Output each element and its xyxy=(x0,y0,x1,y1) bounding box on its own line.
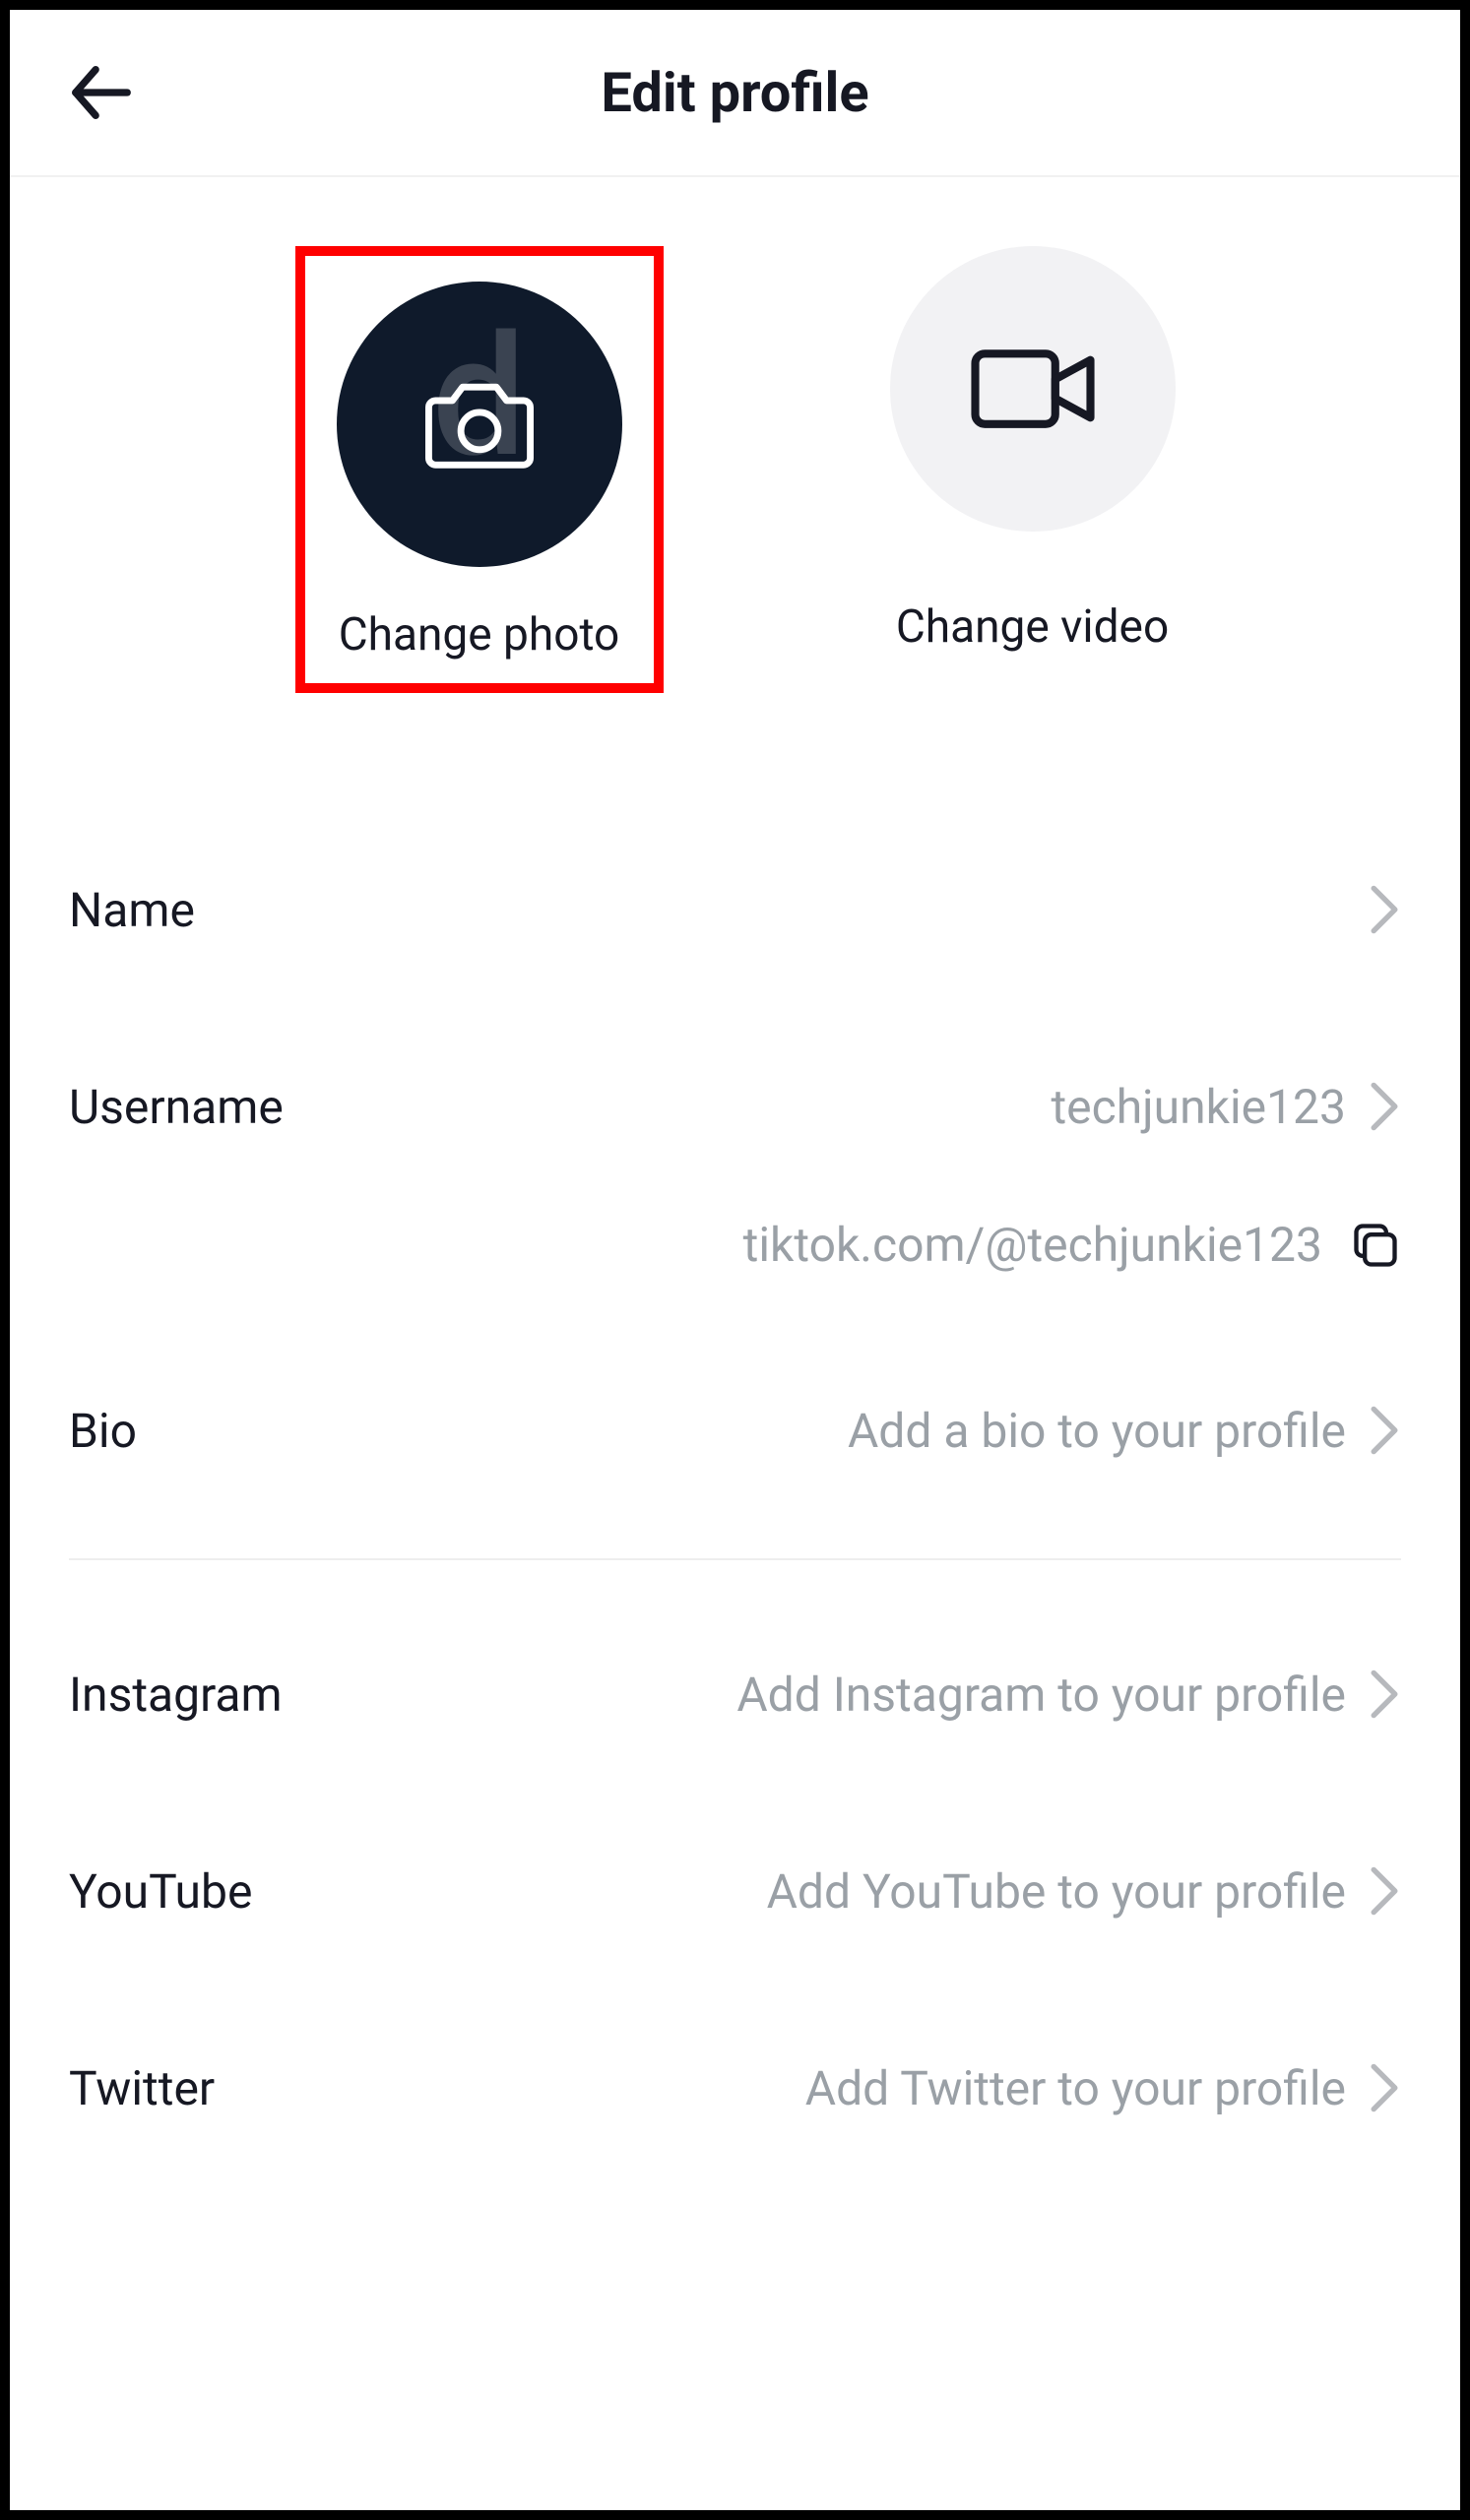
instagram-placeholder: Add Instagram to your profile xyxy=(736,1667,1346,1723)
username-row[interactable]: Username techjunkie123 xyxy=(69,1008,1401,1205)
back-button[interactable] xyxy=(57,48,146,137)
profile-url-row: tiktok.com/@techjunkie123 xyxy=(10,1205,1460,1332)
twitter-placeholder: Add Twitter to your profile xyxy=(805,2060,1346,2116)
header: Edit profile xyxy=(10,10,1460,177)
change-photo-highlight: d Change photo xyxy=(295,246,664,693)
change-video-item: Change video xyxy=(890,246,1176,693)
camera-icon xyxy=(425,375,534,473)
chevron-right-icon xyxy=(1368,883,1401,936)
name-row[interactable]: Name xyxy=(69,811,1401,1008)
video-icon xyxy=(969,340,1097,438)
change-video-button[interactable] xyxy=(890,246,1176,532)
change-photo-item: d Change photo xyxy=(337,282,622,662)
chevron-right-icon xyxy=(1368,1864,1401,1918)
twitter-row[interactable]: Twitter Add Twitter to your profile xyxy=(69,1989,1401,2186)
instagram-row[interactable]: Instagram Add Instagram to your profile xyxy=(69,1596,1401,1793)
twitter-label: Twitter xyxy=(69,2060,215,2116)
youtube-label: YouTube xyxy=(69,1863,252,1920)
change-photo-label: Change photo xyxy=(339,608,620,662)
section-divider xyxy=(69,1558,1401,1560)
social-links: Instagram Add Instagram to your profile … xyxy=(10,1596,1460,2186)
copy-icon xyxy=(1350,1220,1401,1271)
chevron-right-icon xyxy=(1368,1668,1401,1721)
page-title: Edit profile xyxy=(601,60,868,125)
chevron-right-icon xyxy=(1368,1080,1401,1133)
name-label: Name xyxy=(69,882,195,938)
chevron-right-icon xyxy=(1368,2061,1401,2114)
change-video-label: Change video xyxy=(896,600,1169,654)
profile-url: tiktok.com/@techjunkie123 xyxy=(743,1217,1322,1273)
media-section: d Change photo Change video xyxy=(10,177,1460,811)
instagram-label: Instagram xyxy=(69,1667,283,1723)
bio-placeholder: Add a bio to your profile xyxy=(848,1403,1346,1459)
youtube-placeholder: Add YouTube to your profile xyxy=(767,1863,1346,1920)
bio-label: Bio xyxy=(69,1403,137,1459)
copy-url-button[interactable] xyxy=(1350,1220,1401,1271)
bio-row[interactable]: Bio Add a bio to your profile xyxy=(69,1332,1401,1529)
profile-fields: Name Username techjunkie123 xyxy=(10,811,1460,1205)
username-label: Username xyxy=(69,1079,284,1135)
back-arrow-icon xyxy=(67,58,136,127)
chevron-right-icon xyxy=(1368,1404,1401,1457)
change-photo-button[interactable]: d xyxy=(337,282,622,567)
youtube-row[interactable]: YouTube Add YouTube to your profile xyxy=(69,1793,1401,1989)
edit-profile-screen: Edit profile d Change photo xyxy=(0,0,1470,2520)
username-value: techjunkie123 xyxy=(1051,1079,1346,1135)
